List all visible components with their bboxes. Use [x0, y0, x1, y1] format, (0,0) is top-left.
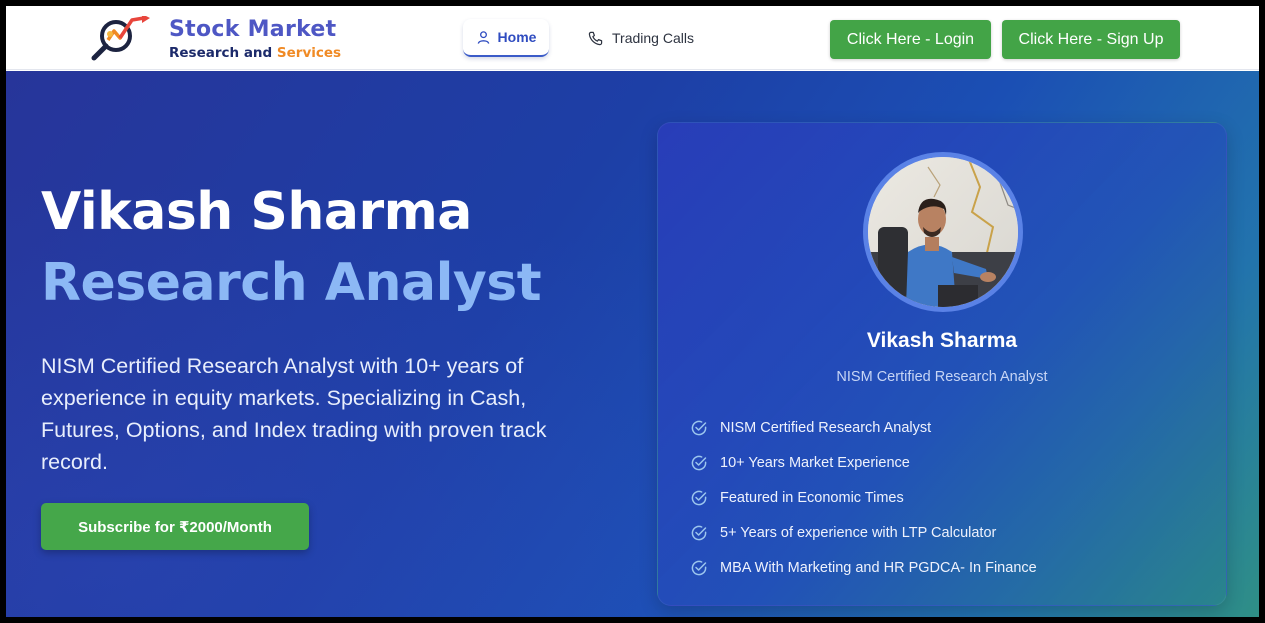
phone-icon: [588, 31, 603, 45]
profile-card: Vikash Sharma NISM Certified Research An…: [657, 122, 1227, 606]
feature-label: Featured in Economic Times: [720, 489, 904, 506]
logo-subtitle-highlight: Services: [276, 45, 342, 61]
feature-item: 5+ Years of experience with LTP Calculat…: [690, 515, 1037, 550]
check-circle-icon: [691, 420, 707, 435]
hero-name: Vikash Sharma: [41, 182, 472, 242]
profile-name: Vikash Sharma: [866, 329, 1018, 352]
page-frame: Stock Market Research and Services Home …: [6, 6, 1259, 617]
logo-title: Stock Market: [169, 17, 337, 42]
avatar: [863, 152, 1023, 312]
logo-subtitle-prefix: Research and: [169, 45, 277, 61]
feature-label: 10+ Years Market Experience: [720, 454, 910, 471]
hero-role: Research Analyst: [41, 253, 542, 313]
feature-item: Featured in Economic Times: [690, 480, 1037, 515]
feature-label: MBA With Marketing and HR PGDCA- In Fina…: [720, 559, 1037, 576]
feature-label: NISM Certified Research Analyst: [720, 419, 932, 436]
check-circle-icon: [691, 455, 707, 470]
site-logo[interactable]: Stock Market Research and Services: [90, 14, 350, 62]
hero-section: Vikash Sharma Research Analyst NISM Cert…: [6, 71, 1259, 617]
logo-subtitle: Research and Services: [169, 45, 341, 61]
feature-item: NISM Certified Research Analyst: [690, 410, 1037, 445]
profile-photo: [868, 157, 1018, 307]
nav-trading-calls-label: Trading Calls: [612, 30, 694, 46]
magnifier-chart-icon: [91, 16, 150, 61]
profile-title: NISM Certified Research Analyst: [836, 369, 1048, 385]
hero-description: NISM Certified Research Analyst with 10+…: [41, 354, 547, 474]
feature-item: 10+ Years Market Experience: [690, 445, 1037, 480]
nav-home[interactable]: Home: [463, 19, 549, 57]
check-circle-icon: [691, 560, 707, 575]
subscribe-button[interactable]: Subscribe for ₹2000/Month: [41, 503, 309, 550]
site-header: Stock Market Research and Services Home …: [6, 6, 1259, 70]
signup-button[interactable]: Click Here - Sign Up: [1002, 20, 1180, 59]
nav-trading-calls[interactable]: Trading Calls: [588, 19, 694, 57]
user-icon: [477, 30, 489, 44]
check-circle-icon: [691, 490, 707, 505]
feature-item: MBA With Marketing and HR PGDCA- In Fina…: [690, 550, 1037, 585]
feature-list: NISM Certified Research Analyst 10+ Year…: [690, 410, 1037, 585]
login-button[interactable]: Click Here - Login: [830, 20, 991, 59]
feature-label: 5+ Years of experience with LTP Calculat…: [720, 524, 997, 541]
check-circle-icon: [691, 525, 707, 540]
nav-home-label: Home: [497, 29, 537, 45]
